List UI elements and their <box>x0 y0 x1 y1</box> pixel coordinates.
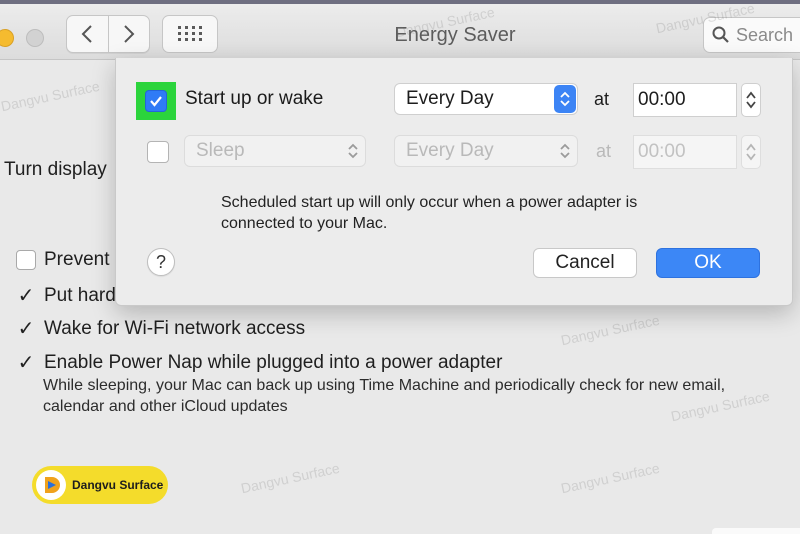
sleep-time-field[interactable]: 00:00 <box>633 135 737 169</box>
search-icon <box>712 26 729 43</box>
option-label: Wake for Wi-Fi network access <box>44 317 306 339</box>
help-button[interactable]: ? <box>147 248 175 276</box>
updown-chevron-icon <box>554 85 576 113</box>
forward-button[interactable] <box>107 16 150 52</box>
turn-display-label: Turn display <box>4 159 107 180</box>
schedule-sheet: Start up or wake Every Day at 00:00 Slee… <box>115 58 793 306</box>
window-title: Energy Saver <box>394 24 516 46</box>
power-nap-description: While sleeping, your Mac can back up usi… <box>43 375 725 417</box>
updown-chevron-icon <box>342 137 364 165</box>
description-line: calendar and other iCloud updates <box>43 398 288 415</box>
prevent-checkbox[interactable] <box>16 250 36 270</box>
sleep-time-stepper[interactable] <box>741 135 761 169</box>
titlebar: Energy Saver Search <box>0 4 800 60</box>
at-label: at <box>596 141 612 161</box>
startup-time-stepper[interactable] <box>741 83 761 117</box>
brand-name: Dangvu Surface <box>72 478 164 492</box>
schedule-note: Scheduled start up will only occur when … <box>221 192 721 234</box>
note-line: Scheduled start up will only occur when … <box>221 194 638 211</box>
startup-checkbox[interactable] <box>145 90 167 112</box>
brand-logo-icon <box>36 470 66 500</box>
checkmark-icon <box>150 96 162 107</box>
option-prevent[interactable]: Prevent <box>16 249 109 271</box>
checkmark-icon[interactable]: ✓ <box>16 316 36 341</box>
cancel-button[interactable]: Cancel <box>533 248 637 278</box>
search-placeholder: Search <box>736 24 794 45</box>
startup-label: Start up or wake <box>185 88 324 109</box>
updown-chevron-icon <box>554 137 576 165</box>
sleep-action-popup[interactable]: Sleep <box>184 135 366 167</box>
chevron-right-icon <box>124 25 135 43</box>
grid-icon <box>178 26 202 41</box>
search-field[interactable]: Search <box>703 17 800 53</box>
option-label: Enable Power Nap while plugged into a po… <box>44 351 503 373</box>
minimize-button[interactable] <box>0 29 14 47</box>
startup-frequency-popup[interactable]: Every Day <box>394 83 578 115</box>
highlight-frame <box>136 82 176 120</box>
show-all-button[interactable] <box>162 15 218 53</box>
stepper-icon <box>746 91 756 109</box>
at-label: at <box>594 89 610 109</box>
option-wake-wifi[interactable]: ✓ Wake for Wi-Fi network access <box>16 316 306 341</box>
checkmark-icon[interactable]: ✓ <box>16 350 36 375</box>
sleep-frequency-popup[interactable]: Every Day <box>394 135 578 167</box>
ok-button[interactable]: OK <box>656 248 760 278</box>
checkmark-icon[interactable]: ✓ <box>16 283 36 308</box>
chevron-left-icon <box>81 25 92 43</box>
startup-schedule-row: Start up or wake Every Day at 00:00 <box>116 80 794 120</box>
startup-time-field[interactable]: 00:00 <box>633 83 737 117</box>
frequency-value: Every Day <box>406 140 494 161</box>
nav-buttons <box>66 15 150 53</box>
note-line: connected to your Mac. <box>221 215 388 232</box>
corner-tab <box>712 528 800 534</box>
back-button[interactable] <box>67 16 108 52</box>
sleep-schedule-row: Sleep Every Day at 00:00 <box>116 132 794 172</box>
option-label: Prevent <box>44 249 110 270</box>
zoom-button[interactable] <box>26 29 44 47</box>
brand-badge: Dangvu Surface <box>32 466 168 504</box>
frequency-value: Every Day <box>406 88 494 109</box>
option-power-nap[interactable]: ✓ Enable Power Nap while plugged into a … <box>16 350 503 375</box>
sleep-checkbox[interactable] <box>147 141 169 163</box>
description-line: While sleeping, your Mac can back up usi… <box>43 377 726 394</box>
stepper-icon <box>746 143 756 161</box>
option-label: Put hard <box>44 284 116 306</box>
action-value: Sleep <box>196 140 245 161</box>
option-put-hard[interactable]: ✓ Put hard <box>16 283 116 308</box>
